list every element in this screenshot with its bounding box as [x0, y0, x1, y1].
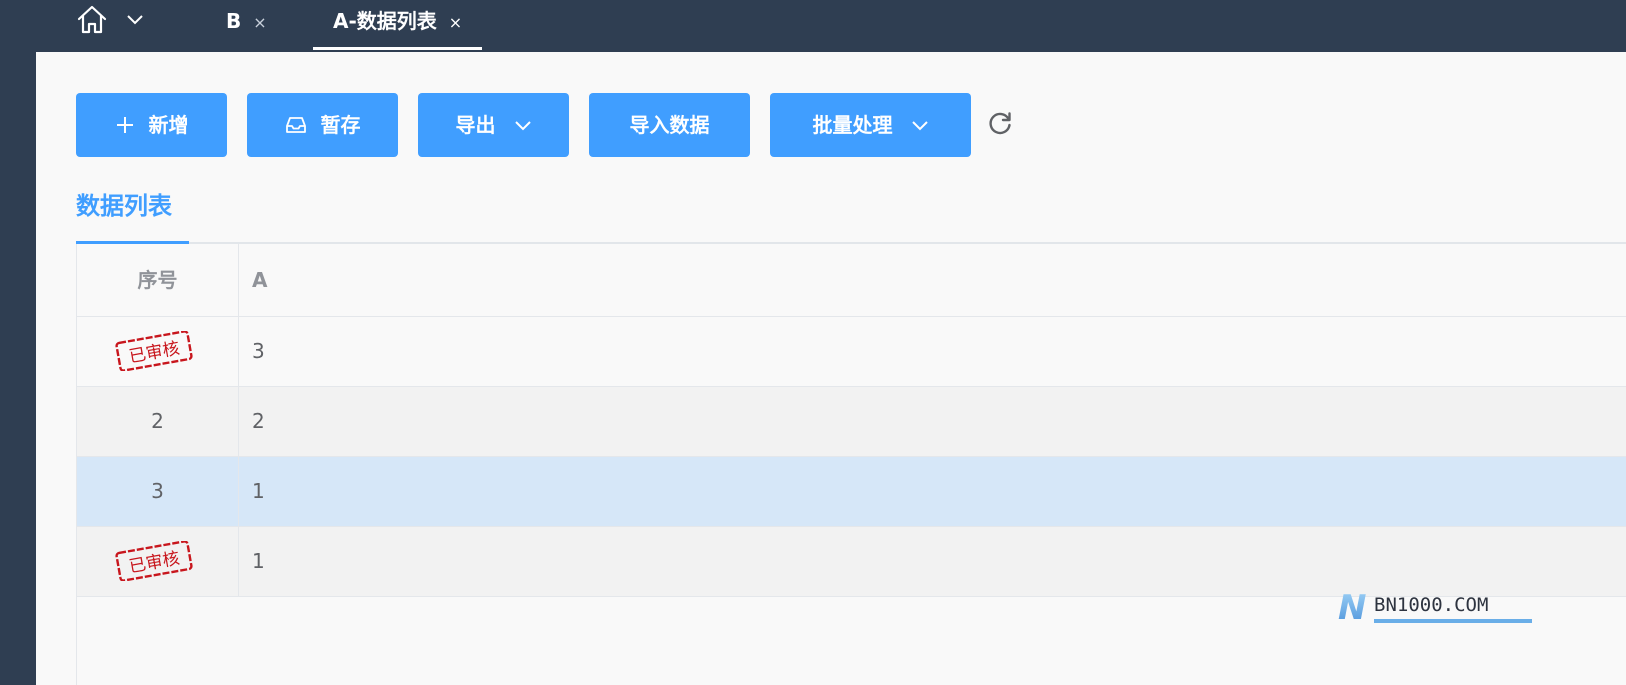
tab-data-list[interactable]: 数据列表	[76, 186, 172, 221]
approved-stamp: 已审核	[115, 541, 193, 581]
chevron-down-icon[interactable]	[126, 12, 144, 26]
watermark-logo: N BN1000.COM	[1338, 588, 1532, 627]
a-cell: 1	[252, 549, 265, 573]
save-button-label: 暂存	[320, 113, 361, 137]
watermark-text: BN1000.COM	[1374, 594, 1488, 616]
table-row-selected[interactable]: 3 1	[77, 457, 1626, 527]
import-button-label: 导入数据	[629, 113, 710, 137]
tab-a-data-list[interactable]: A-数据列表 ×	[313, 0, 482, 52]
seq-cell: 3	[77, 457, 239, 526]
column-header-seq[interactable]: 序号	[77, 244, 239, 316]
batch-button-label: 批量处理	[812, 113, 893, 137]
active-tab-indicator	[313, 47, 482, 50]
watermark-letter: N	[1338, 588, 1366, 627]
seq-cell: 2	[77, 387, 239, 456]
export-button[interactable]: 导出	[418, 93, 569, 157]
seq-cell: 已审核	[77, 527, 239, 596]
column-header-a[interactable]: A	[252, 244, 267, 316]
close-icon[interactable]: ×	[449, 13, 462, 32]
tab-b[interactable]: B ×	[226, 0, 267, 52]
tab-label: A-数据列表	[333, 9, 437, 33]
add-button[interactable]: 新增	[76, 93, 227, 157]
plus-icon	[115, 115, 135, 135]
table-row[interactable]: 已审核 3	[77, 317, 1626, 387]
batch-process-button[interactable]: 批量处理	[770, 93, 971, 157]
a-cell: 2	[252, 409, 265, 433]
chevron-down-icon	[514, 119, 532, 131]
seq-cell: 已审核	[77, 317, 239, 386]
chevron-down-icon	[911, 119, 929, 131]
close-icon[interactable]: ×	[253, 13, 266, 32]
import-data-button[interactable]: 导入数据	[589, 93, 750, 157]
refresh-icon[interactable]	[987, 110, 1013, 136]
home-icon[interactable]	[76, 4, 108, 36]
main-panel: 新增 暂存 导出 导入数据 批量处理 数据列表 序号 A 已审核 3 2 2 3…	[36, 52, 1626, 685]
add-button-label: 新增	[148, 113, 189, 137]
table-header-row: 序号 A	[77, 244, 1626, 317]
approved-stamp: 已审核	[115, 331, 193, 371]
save-draft-button[interactable]: 暂存	[247, 93, 398, 157]
a-cell: 3	[252, 339, 265, 363]
inbox-icon	[285, 115, 307, 135]
table-row[interactable]: 2 2	[77, 387, 1626, 457]
a-cell: 1	[252, 479, 265, 503]
tab-label: B	[226, 9, 242, 33]
export-button-label: 导出	[455, 113, 496, 137]
tab-bar: B × A-数据列表 ×	[0, 0, 1626, 52]
